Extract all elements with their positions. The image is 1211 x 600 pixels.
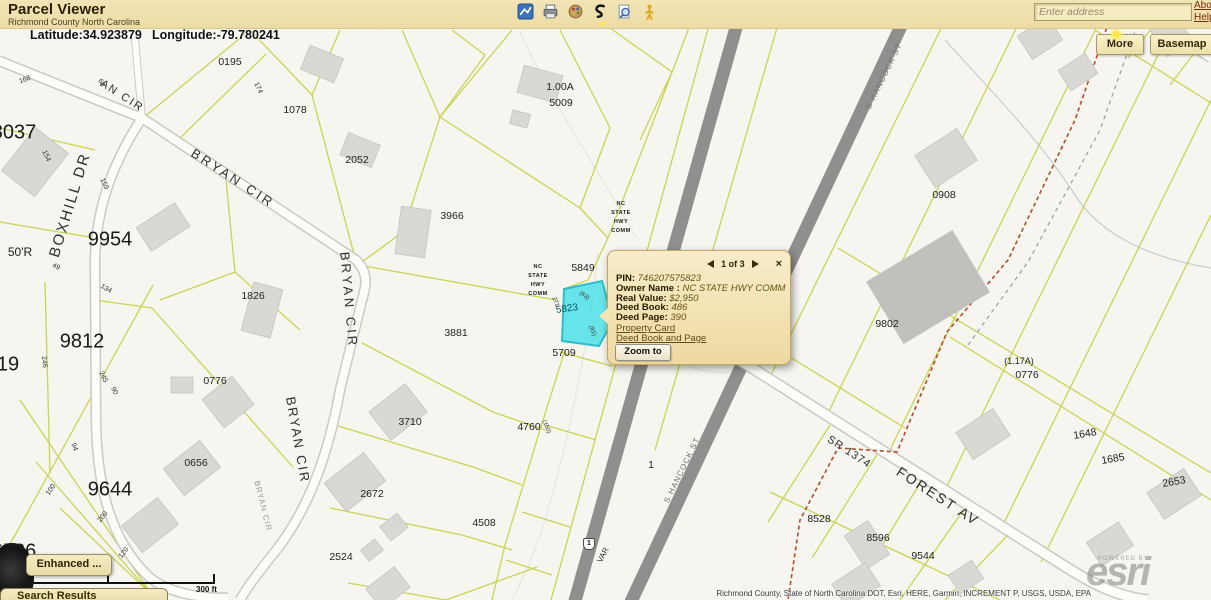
basemap-button[interactable]: Basemap bbox=[1150, 34, 1211, 55]
identify-icon[interactable] bbox=[616, 3, 634, 21]
help-link[interactable]: Help bbox=[1194, 12, 1211, 24]
app-title: Parcel Viewer bbox=[8, 1, 105, 18]
draw-tools-icon[interactable] bbox=[592, 3, 610, 21]
draw-palette-icon[interactable] bbox=[567, 3, 585, 21]
print-icon[interactable] bbox=[542, 3, 560, 21]
scale-tick bbox=[213, 574, 215, 583]
scale-line bbox=[8, 582, 215, 584]
popup-link[interactable]: Deed Book and Page bbox=[616, 334, 706, 344]
about-link[interactable]: About bbox=[1194, 0, 1211, 12]
enhanced-button[interactable]: Enhanced ... bbox=[26, 554, 112, 576]
app-subtitle: Richmond County North Carolina bbox=[8, 17, 140, 27]
scale-imperial-label: 300 ft bbox=[196, 585, 217, 594]
popup-pager: 1 of 3 bbox=[721, 259, 745, 269]
search-results-tab[interactable]: Search Results bbox=[0, 588, 168, 600]
longitude-readout: Longitude:-79.780241 bbox=[152, 28, 280, 42]
map-attribution: Richmond County, State of North Carolina… bbox=[716, 589, 1091, 598]
popup-fields: PIN: 746207575823Owner Name : NC STATE H… bbox=[616, 274, 784, 323]
parcel-viewer-app: 803799549812199644653601951078205239661.… bbox=[0, 0, 1211, 600]
overview-map-icon[interactable] bbox=[517, 3, 535, 21]
popup-header: 1 of 3 × bbox=[608, 255, 782, 267]
next-parcel-icon[interactable] bbox=[752, 260, 759, 268]
parcel-map[interactable] bbox=[0, 0, 1211, 600]
popup-field: Deed Page: 390 bbox=[616, 313, 784, 323]
powered-by-label: Powered by bbox=[1098, 556, 1149, 562]
locate-person-icon[interactable] bbox=[641, 3, 659, 21]
close-icon[interactable]: × bbox=[776, 259, 782, 269]
scale-tick bbox=[107, 575, 109, 583]
esri-logo: Powered by esri bbox=[1086, 548, 1149, 596]
address-search-input[interactable] bbox=[1034, 3, 1192, 21]
more-button[interactable]: More bbox=[1096, 34, 1144, 55]
app-header: Parcel Viewer Richmond County North Caro… bbox=[0, 0, 1211, 29]
popup-links: Property CardDeed Book and Page bbox=[616, 324, 706, 344]
zoom-to-button[interactable]: Zoom to bbox=[615, 344, 671, 361]
parcel-info-popup: 1 of 3 × PIN: 746207575823Owner Name : N… bbox=[607, 250, 791, 365]
us-route-1-shield: 1 bbox=[583, 538, 595, 550]
active-tool-marker bbox=[598, 22, 606, 25]
popup-pointer bbox=[599, 307, 609, 325]
latitude-readout: Latitude:34.923879 bbox=[30, 28, 142, 42]
prev-parcel-icon[interactable] bbox=[707, 260, 714, 268]
